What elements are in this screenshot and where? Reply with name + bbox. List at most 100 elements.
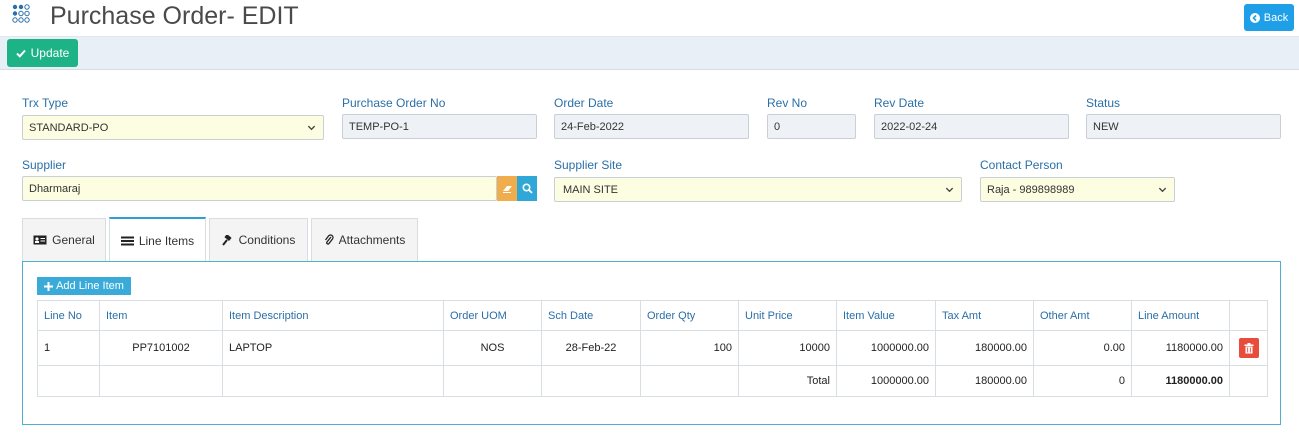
column-header-item-value[interactable]: Item Value bbox=[836, 300, 936, 331]
tab-line-items-label: Line Items bbox=[138, 233, 195, 248]
rev-date-field[interactable]: 2022-02-24 bbox=[874, 114, 1069, 139]
total-item-value: 1000000.00 bbox=[836, 365, 936, 397]
order-uom-cell: NOS bbox=[443, 330, 542, 366]
rev-date-label: Rev Date bbox=[874, 96, 925, 110]
order-qty-cell: 100 bbox=[640, 330, 739, 366]
supplier-site-select[interactable]: MAIN SITE bbox=[554, 177, 962, 202]
supplier-input[interactable]: Dharmaraj bbox=[22, 176, 497, 201]
search-supplier-button[interactable] bbox=[517, 176, 537, 201]
column-header-line-no[interactable]: Line No bbox=[37, 300, 100, 331]
column-header-other-amt[interactable]: Other Amt bbox=[1033, 300, 1132, 331]
status-field[interactable]: NEW bbox=[1086, 114, 1281, 139]
tab-attachments-label: Attachments bbox=[338, 233, 406, 247]
actions-cell bbox=[1229, 330, 1268, 366]
column-header-line-amount[interactable]: Line Amount bbox=[1131, 300, 1230, 331]
chevron-down-icon bbox=[945, 187, 954, 193]
add-line-item-button[interactable]: Add Line Item bbox=[37, 277, 131, 295]
contact-person-select[interactable]: Raja - 989898989 bbox=[980, 177, 1175, 202]
column-header-order-qty[interactable]: Order Qty bbox=[640, 300, 739, 331]
trx-type-value: STANDARD-PO bbox=[29, 121, 109, 134]
apps-grid-icon bbox=[12, 4, 30, 23]
total-other-amt: 0 bbox=[1033, 365, 1132, 397]
column-header-item[interactable]: Item bbox=[99, 300, 223, 331]
other-amt-cell: 0.00 bbox=[1033, 330, 1132, 366]
line-items-table: Line No Item Item Description Order UOM … bbox=[37, 300, 1268, 397]
plus-icon bbox=[44, 281, 54, 291]
chevron-down-icon bbox=[307, 125, 316, 131]
total-tax-amt: 180000.00 bbox=[935, 365, 1034, 397]
total-label: Total bbox=[738, 365, 837, 397]
check-icon bbox=[15, 49, 26, 58]
back-button[interactable]: Back bbox=[1244, 4, 1294, 31]
status-value: NEW bbox=[1093, 120, 1119, 133]
unit-price-cell: 10000 bbox=[738, 330, 837, 366]
paperclip-icon bbox=[324, 234, 334, 245]
total-empty-cell bbox=[99, 365, 223, 397]
table-total-row: Total 1000000.00 180000.00 0 1180000.00 bbox=[37, 365, 1268, 397]
tab-general[interactable]: General bbox=[22, 218, 106, 261]
status-label: Status bbox=[1086, 96, 1121, 110]
column-header-tax-amt[interactable]: Tax Amt bbox=[935, 300, 1034, 331]
action-toolbar bbox=[0, 36, 1299, 70]
arrow-circle-left-icon bbox=[1249, 12, 1260, 23]
tab-line-items[interactable]: Line Items bbox=[109, 217, 206, 262]
update-button[interactable]: Update bbox=[7, 39, 78, 67]
update-button-label: Update bbox=[30, 46, 70, 60]
supplier-value: Dharmaraj bbox=[29, 182, 81, 195]
order-date-label: Order Date bbox=[554, 96, 614, 110]
total-empty-cell bbox=[443, 365, 542, 397]
table-row[interactable]: 1 PP7101002 LAPTOP NOS 28-Feb-22 100 100… bbox=[37, 330, 1268, 366]
item-code-cell: PP7101002 bbox=[99, 330, 223, 366]
id-card-icon bbox=[33, 235, 47, 245]
gavel-icon bbox=[221, 234, 232, 246]
add-line-item-label: Add Line Item bbox=[56, 280, 124, 292]
sch-date-cell: 28-Feb-22 bbox=[541, 330, 641, 366]
table-header-row: Line No Item Item Description Order UOM … bbox=[37, 300, 1268, 331]
line-no-link[interactable]: 1 bbox=[37, 330, 100, 366]
column-header-actions bbox=[1229, 300, 1268, 331]
supplier-label: Supplier bbox=[22, 158, 67, 172]
tab-conditions[interactable]: Conditions bbox=[209, 218, 308, 261]
column-header-unit-price[interactable]: Unit Price bbox=[738, 300, 837, 331]
search-icon bbox=[521, 183, 533, 194]
total-line-amount: 1180000.00 bbox=[1131, 365, 1230, 397]
tab-general-label: General bbox=[52, 233, 95, 247]
total-empty-cell bbox=[640, 365, 739, 397]
rev-date-value: 2022-02-24 bbox=[881, 120, 938, 133]
line-amount-cell: 1180000.00 bbox=[1131, 330, 1230, 366]
contact-person-value: Raja - 989898989 bbox=[987, 183, 1075, 196]
rev-no-value: 0 bbox=[774, 120, 781, 133]
order-date-value: 24-Feb-2022 bbox=[561, 120, 624, 133]
trx-type-select[interactable]: STANDARD-PO bbox=[22, 115, 324, 140]
trx-type-label: Trx Type bbox=[22, 96, 69, 110]
tab-attachments[interactable]: Attachments bbox=[311, 218, 418, 261]
trash-icon bbox=[1244, 342, 1253, 353]
total-empty-cell bbox=[541, 365, 641, 397]
item-description-cell: LAPTOP bbox=[222, 330, 444, 366]
clear-supplier-button[interactable] bbox=[497, 176, 517, 201]
chevron-down-icon bbox=[1158, 187, 1167, 193]
contact-person-label: Contact Person bbox=[980, 158, 1063, 172]
page-title: Purchase Order- EDIT bbox=[50, 2, 299, 30]
supplier-site-label: Supplier Site bbox=[554, 158, 623, 172]
tax-amt-cell: 180000.00 bbox=[935, 330, 1034, 366]
po-no-value: TEMP-PO-1 bbox=[349, 120, 409, 133]
po-no-field[interactable]: TEMP-PO-1 bbox=[342, 114, 537, 139]
list-icon bbox=[120, 236, 134, 245]
column-header-order-uom[interactable]: Order UOM bbox=[443, 300, 542, 331]
order-date-field[interactable]: 24-Feb-2022 bbox=[554, 114, 749, 139]
po-no-label: Purchase Order No bbox=[342, 96, 446, 110]
item-value-cell: 1000000.00 bbox=[836, 330, 936, 366]
rev-no-field[interactable]: 0 bbox=[767, 114, 856, 139]
supplier-site-value: MAIN SITE bbox=[563, 183, 619, 196]
total-empty-cell bbox=[1229, 365, 1268, 397]
total-empty-cell bbox=[222, 365, 444, 397]
column-header-sch-date[interactable]: Sch Date bbox=[541, 300, 641, 331]
eraser-icon bbox=[502, 185, 512, 193]
delete-line-button[interactable] bbox=[1238, 338, 1259, 358]
rev-no-label: Rev No bbox=[767, 96, 808, 110]
tab-conditions-label: Conditions bbox=[238, 233, 296, 247]
total-empty-cell bbox=[37, 365, 100, 397]
back-button-label: Back bbox=[1263, 11, 1289, 24]
column-header-item-description[interactable]: Item Description bbox=[222, 300, 444, 331]
